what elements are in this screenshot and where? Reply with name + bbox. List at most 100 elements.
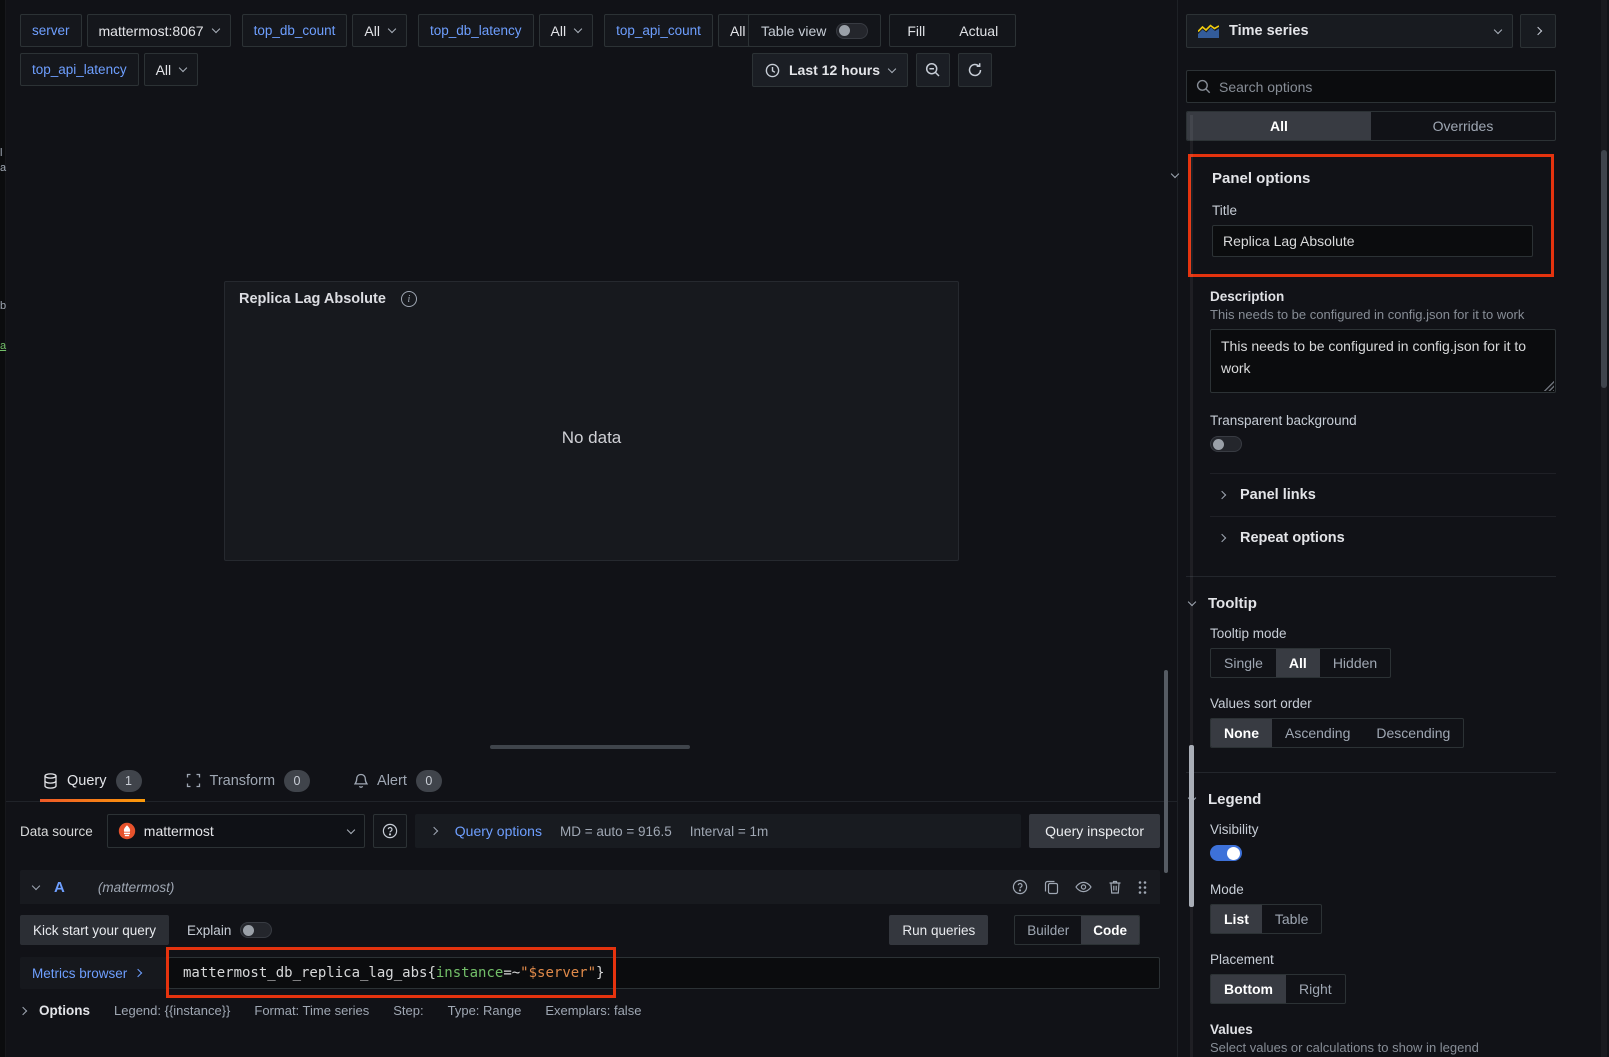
sort-ascending[interactable]: Ascending: [1272, 719, 1363, 747]
chevron-down-icon: [574, 25, 582, 33]
datasource-label: Data source: [20, 824, 99, 839]
trash-icon[interactable]: [1108, 879, 1122, 895]
code-option[interactable]: Code: [1081, 916, 1139, 944]
tooltip-mode-hidden[interactable]: Hidden: [1320, 649, 1390, 677]
query-editor-section: Query 1 Transform 0 Alert 0 Data source: [6, 760, 1177, 1057]
duplicate-icon[interactable]: [1044, 879, 1059, 895]
chevron-right-icon: [134, 969, 142, 977]
chevron-down-icon: [347, 825, 355, 833]
run-queries-button[interactable]: Run queries: [889, 915, 988, 945]
tooltip-mode-all[interactable]: All: [1276, 649, 1320, 677]
metrics-browser-label: Metrics browser: [32, 966, 127, 981]
description-textarea[interactable]: This needs to be configured in config.js…: [1210, 329, 1556, 393]
transparent-bg-switch[interactable]: [1210, 436, 1242, 452]
eye-icon[interactable]: [1075, 880, 1092, 894]
panel-links-expander[interactable]: Panel links: [1210, 474, 1556, 516]
sort-descending[interactable]: Descending: [1363, 719, 1463, 747]
options-search[interactable]: [1186, 70, 1556, 103]
panel-options-title[interactable]: Panel options: [1212, 170, 1533, 187]
table-view-toggle[interactable]: Table view: [748, 14, 881, 47]
edge-glyph: a: [0, 340, 6, 352]
sidebar-scrollbar-thumb[interactable]: [1189, 745, 1194, 907]
values-sort-label: Values sort order: [1210, 696, 1556, 711]
refresh-icon: [967, 62, 983, 78]
collapse-pane-button[interactable]: [1520, 14, 1556, 48]
tab-label: Transform: [210, 773, 276, 789]
metrics-browser-button[interactable]: Metrics browser: [20, 957, 168, 989]
variable-value-dropdown[interactable]: All: [539, 14, 594, 47]
legend-visibility-switch[interactable]: [1210, 845, 1242, 861]
panel-title-input[interactable]: [1212, 225, 1533, 257]
sort-none[interactable]: None: [1211, 719, 1272, 747]
tab-badge: 0: [416, 770, 442, 792]
help-icon[interactable]: [1012, 879, 1028, 895]
tooltip-mode-single[interactable]: Single: [1211, 649, 1276, 677]
variable-label[interactable]: top_db_count: [242, 14, 348, 47]
variable-label[interactable]: server: [20, 14, 82, 47]
tab-overrides[interactable]: Overrides: [1371, 112, 1555, 140]
info-icon[interactable]: i: [401, 291, 417, 307]
placement-bottom[interactable]: Bottom: [1211, 975, 1286, 1003]
legend-section-header[interactable]: Legend: [1186, 791, 1556, 808]
panel-header[interactable]: Replica Lag Absolute i: [225, 282, 958, 316]
bell-icon: [354, 773, 368, 789]
drag-handle-icon[interactable]: [1138, 880, 1147, 895]
legend-mode-list[interactable]: List: [1211, 905, 1262, 933]
chevron-right-icon: [1218, 534, 1226, 542]
timeseries-chart-icon: [1198, 24, 1219, 38]
variable-label[interactable]: top_db_latency: [418, 14, 534, 47]
query-datasource-hint: (mattermost): [98, 880, 175, 895]
explain-label: Explain: [187, 923, 231, 938]
tab-query[interactable]: Query 1: [40, 760, 145, 801]
tab-transform[interactable]: Transform 0: [183, 760, 314, 801]
datasource-help-button[interactable]: [373, 814, 407, 848]
legend-mode-table[interactable]: Table: [1262, 905, 1321, 933]
chevron-right-icon: [1218, 491, 1226, 499]
time-range-picker[interactable]: Last 12 hours: [752, 53, 908, 87]
explain-switch[interactable]: [240, 922, 272, 938]
actual-option[interactable]: Actual: [942, 15, 1015, 46]
edge-glyph: b: [0, 300, 6, 312]
chevron-right-icon: [1534, 27, 1542, 35]
table-view-switch[interactable]: [836, 23, 868, 39]
visualization-picker[interactable]: Time series: [1186, 14, 1513, 48]
promql-expression-input[interactable]: mattermost_db_replica_lag_abs{instance=~…: [168, 957, 1160, 989]
no-data-message: No data: [225, 428, 958, 448]
query-row-header[interactable]: A (mattermost): [20, 870, 1160, 904]
tab-all[interactable]: All: [1187, 112, 1371, 140]
visibility-label: Visibility: [1210, 822, 1556, 837]
database-icon: [43, 773, 58, 789]
builder-option[interactable]: Builder: [1015, 916, 1081, 944]
kickstart-query-button[interactable]: Kick start your query: [20, 915, 169, 945]
explain-toggle[interactable]: Explain: [187, 922, 272, 938]
placement-right[interactable]: Right: [1286, 975, 1345, 1003]
variable-value-dropdown[interactable]: mattermost:8067: [87, 14, 231, 47]
sidebar-scrollbar-track[interactable]: [1190, 115, 1193, 1057]
options-expander[interactable]: Options: [20, 1003, 90, 1018]
fill-option[interactable]: Fill: [890, 15, 942, 46]
legend-section-title: Legend: [1208, 791, 1261, 808]
variable-value-dropdown[interactable]: All: [352, 14, 407, 47]
variable-label[interactable]: top_api_count: [604, 14, 713, 47]
tab-badge: 0: [284, 770, 310, 792]
table-view-label: Table view: [761, 23, 826, 39]
dashboard-variables: server mattermost:8067 top_db_count All …: [20, 14, 773, 86]
query-inspector-button[interactable]: Query inspector: [1029, 814, 1160, 848]
page-scrollbar-thumb[interactable]: [1601, 150, 1607, 388]
variable-label[interactable]: top_api_latency: [20, 53, 139, 86]
tooltip-section-header[interactable]: Tooltip: [1186, 595, 1556, 612]
repeat-options-expander[interactable]: Repeat options: [1210, 517, 1556, 559]
zoom-out-button[interactable]: [916, 53, 950, 87]
repeat-options-label: Repeat options: [1240, 530, 1345, 546]
description-hint: This needs to be configured in config.js…: [1210, 307, 1556, 323]
main-scrollbar-thumb[interactable]: [1164, 670, 1168, 873]
variable-value-dropdown[interactable]: All: [144, 53, 199, 86]
search-input[interactable]: [1219, 79, 1546, 95]
pane-resize-handle[interactable]: [490, 745, 690, 749]
query-options-link[interactable]: Query options: [455, 823, 542, 839]
tab-alert[interactable]: Alert 0: [351, 760, 445, 801]
datasource-select[interactable]: mattermost: [107, 814, 365, 848]
legend-mode-label: Mode: [1210, 882, 1556, 897]
refresh-button[interactable]: [958, 53, 992, 87]
variable-top-db-count: top_db_count All: [242, 14, 407, 47]
